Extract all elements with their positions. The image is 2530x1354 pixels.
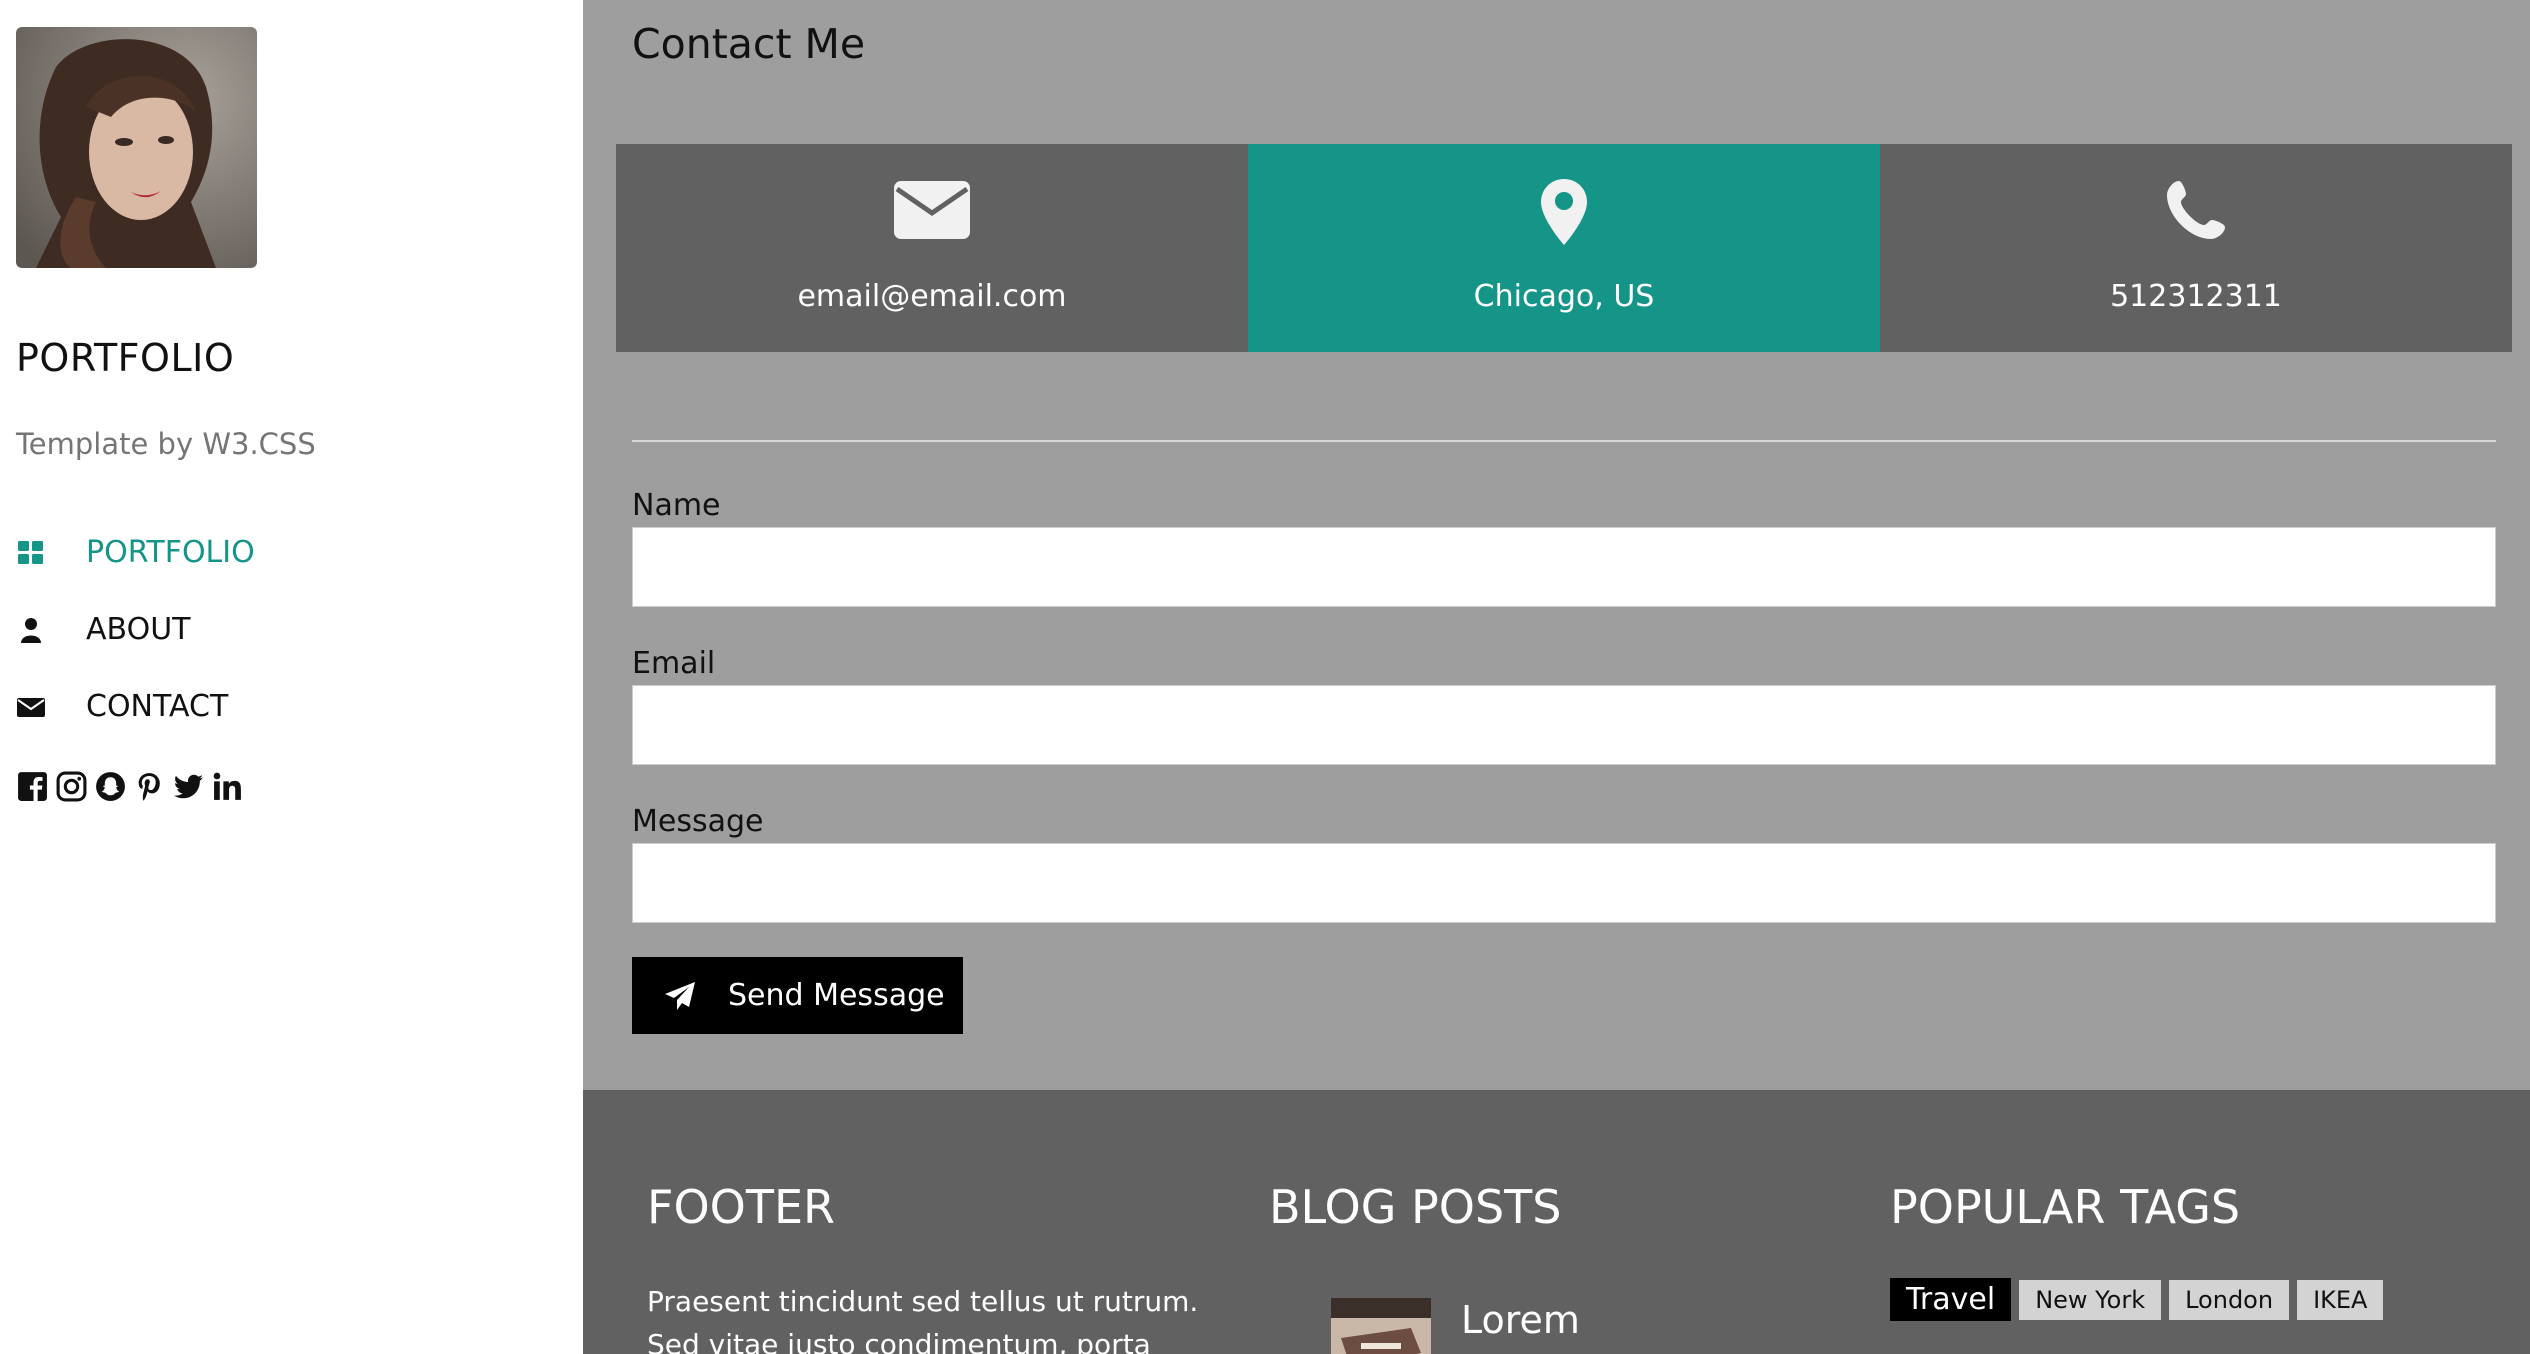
name-field[interactable] — [632, 527, 2496, 607]
phone-text: 512312311 — [2110, 279, 2282, 314]
nav-item-label: PORTFOLIO — [86, 535, 255, 570]
snapchat-icon[interactable] — [94, 770, 127, 803]
blog-posts-heading: BLOG POSTS — [1269, 1180, 1562, 1234]
tag-ikea[interactable]: IKEA — [2297, 1279, 2384, 1320]
email-card: email@email.com — [616, 144, 1248, 352]
phone-card: 512312311 — [1880, 144, 2512, 352]
tag-new-york[interactable]: New York — [2019, 1279, 2162, 1320]
nav-item-portfolio[interactable]: PORTFOLIO — [16, 514, 255, 591]
envelope-icon — [616, 179, 1248, 241]
footer-col-about: FOOTER — [647, 1180, 835, 1234]
brand-title: PORTFOLIO — [16, 336, 235, 380]
nav-item-label: ABOUT — [86, 612, 191, 647]
user-icon — [16, 615, 86, 645]
message-field[interactable] — [632, 843, 2496, 923]
linkedin-icon[interactable] — [211, 770, 244, 803]
footer-col-tags: POPULAR TAGS — [1890, 1180, 2240, 1234]
divider — [632, 440, 2496, 442]
name-label: Name — [632, 488, 721, 523]
sidebar-nav: PORTFOLIO ABOUT CONTACT — [16, 514, 255, 745]
phone-icon — [1880, 179, 2512, 241]
envelope-icon — [16, 692, 86, 722]
email-label: Email — [632, 646, 716, 681]
social-links — [16, 770, 244, 803]
map-marker-icon — [1248, 179, 1880, 245]
nav-item-contact[interactable]: CONTACT — [16, 668, 255, 745]
nav-item-label: CONTACT — [86, 689, 229, 724]
footer: FOOTER Praesent tincidunt sed tellus ut … — [583, 1090, 2530, 1354]
footer-text: Praesent tincidunt sed tellus ut rutrum.… — [647, 1285, 1199, 1354]
pinterest-icon[interactable] — [133, 770, 166, 803]
grid-icon — [16, 538, 86, 568]
email-text: email@email.com — [797, 279, 1067, 314]
blog-post-item[interactable]: Lorem — [1301, 1298, 1580, 1354]
blog-post-thumbnail — [1331, 1298, 1431, 1354]
sidebar: PORTFOLIO Template by W3.CSS PORTFOLIO A… — [0, 0, 583, 1354]
paper-plane-icon — [632, 981, 728, 1011]
avatar — [16, 27, 257, 268]
popular-tags-heading: POPULAR TAGS — [1890, 1180, 2241, 1234]
blog-post-title: Lorem — [1461, 1298, 1580, 1342]
footer-heading: FOOTER — [647, 1180, 835, 1234]
send-message-button[interactable]: Send Message — [632, 957, 963, 1034]
twitter-icon[interactable] — [172, 770, 205, 803]
send-message-label: Send Message — [728, 978, 945, 1013]
brand-subtitle: Template by W3.CSS — [16, 427, 316, 461]
message-label: Message — [632, 804, 764, 839]
tag-london[interactable]: London — [2169, 1279, 2290, 1320]
instagram-icon[interactable] — [55, 770, 88, 803]
footer-col-blog: BLOG POSTS — [1269, 1180, 1561, 1234]
location-text: Chicago, US — [1473, 279, 1655, 314]
nav-item-about[interactable]: ABOUT — [16, 591, 255, 668]
tag-list: Travel New York London IKEA — [1890, 1278, 2384, 1321]
contact-info-cards: email@email.com Chicago, US 512312311 — [616, 144, 2512, 352]
tag-travel[interactable]: Travel — [1890, 1278, 2012, 1321]
facebook-icon[interactable] — [16, 770, 49, 803]
contact-section: Contact Me email@email.com Chicago, US 5… — [583, 0, 2530, 1090]
location-card: Chicago, US — [1248, 144, 1880, 352]
avatar-portrait-image — [16, 27, 257, 268]
email-field[interactable] — [632, 685, 2496, 765]
contact-heading: Contact Me — [632, 20, 866, 68]
